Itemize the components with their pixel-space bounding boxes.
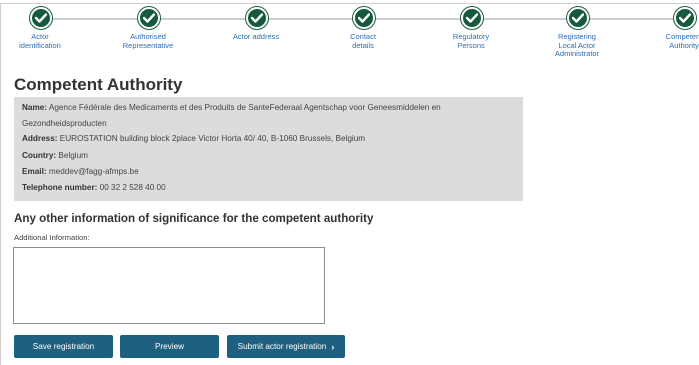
step-complete-check-icon — [353, 7, 375, 29]
ca-email-row: Email: meddev@fagg-afmps.be — [22, 167, 139, 177]
additional-information-label: Additional Information: — [14, 233, 90, 242]
step-complete-check-icon — [567, 7, 589, 29]
registration-stepper: Actor identification Authorised Representa… — [0, 0, 699, 70]
chevron-right-icon: › — [331, 341, 335, 352]
step-complete-check-icon — [138, 7, 160, 29]
save-registration-button[interactable]: Save registration — [14, 335, 113, 358]
step-complete-check-icon — [674, 7, 696, 29]
ca-address-label: Address: — [22, 134, 58, 143]
ca-country-label: Country: — [22, 151, 57, 160]
ca-phone-value: 00 32 2 528 40 00 — [99, 183, 166, 192]
ca-phone-row: Telephone number: 00 32 2 528 40 00 — [22, 183, 166, 193]
ca-phone-label: Telephone number: — [22, 183, 98, 192]
preview-label: Preview — [154, 342, 185, 351]
step-complete-check-icon — [461, 7, 483, 29]
submit-actor-registration-label: Submit actor registration — [237, 342, 327, 351]
step-label: Competent Authority — [665, 32, 699, 50]
step-label: Registering Local Actor Administrator — [554, 32, 600, 59]
ca-address-row: Address: EUROSTATION building block 2pla… — [22, 134, 365, 144]
other-information-heading: Any other information of significance fo… — [14, 212, 374, 225]
ca-country-row: Country: Belgium — [22, 151, 88, 161]
ca-name-label: Name: — [22, 103, 48, 112]
step-complete-check-icon — [30, 7, 52, 29]
save-registration-label: Save registration — [32, 342, 95, 351]
competent-authority-details: Name: Agence Fédérale des Medicaments et… — [14, 97, 523, 201]
step-label: Regulatory Persons — [452, 32, 490, 50]
step-label: Actor address — [232, 32, 280, 41]
step-label: Contact details — [350, 32, 376, 50]
submit-actor-registration-button[interactable]: Submit actor registration › — [227, 335, 345, 358]
ca-country-value: Belgium — [58, 151, 88, 160]
ca-name-row: Name: Agence Fédérale des Medicaments et… — [22, 103, 441, 113]
ca-name-row-continued: Gezondheidsproducten — [22, 119, 107, 129]
ca-name-value: Agence Fédérale des Medicaments et des P… — [48, 103, 441, 112]
page-title: Competent Authority — [14, 75, 183, 94]
preview-button[interactable]: Preview — [120, 335, 219, 358]
ca-email-label: Email: — [22, 167, 47, 176]
step-label: Actor identification — [19, 32, 61, 50]
additional-information-textarea[interactable] — [13, 247, 325, 324]
step-complete-check-icon — [246, 7, 268, 29]
ca-email-value: meddev@fagg-afmps.be — [48, 167, 139, 176]
ca-address-value: EUROSTATION building block 2place Victor… — [59, 134, 366, 143]
step-label: Authorised Representative — [122, 32, 174, 50]
ca-name-value-continued: Gezondheidsproducten — [22, 119, 107, 128]
